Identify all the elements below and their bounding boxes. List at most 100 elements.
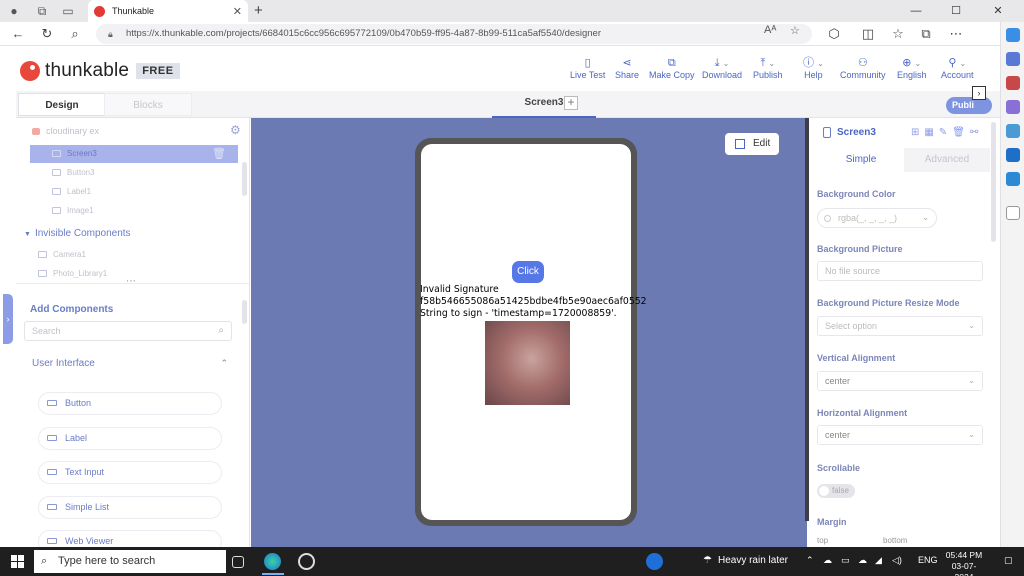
component-text-input[interactable]: Text Input bbox=[38, 461, 222, 484]
tab-simple[interactable]: Simple bbox=[818, 148, 904, 172]
tray-chevron-icon[interactable]: ⌃ bbox=[806, 555, 814, 566]
live-test-button[interactable]: ▯ Live Test bbox=[570, 56, 605, 80]
component-search-input[interactable]: Search ⌕ bbox=[24, 321, 232, 341]
tree-item-screen3[interactable]: Screen3 🗑︎ bbox=[30, 145, 238, 163]
url-field[interactable]: 🔒︎ https://x.thunkable.com/projects/6684… bbox=[96, 24, 812, 44]
collections-toolbar-icon[interactable]: ⧉ bbox=[918, 26, 934, 42]
edit-button[interactable]: Edit bbox=[725, 133, 779, 155]
close-window-icon[interactable]: ✕ bbox=[978, 0, 1018, 22]
collapse-panel-icon[interactable]: › bbox=[972, 86, 986, 100]
weather-widget[interactable]: ☂ Heavy rain later bbox=[703, 555, 788, 566]
component-simple-list[interactable]: Simple List bbox=[38, 496, 222, 519]
tab-advanced[interactable]: Advanced bbox=[904, 148, 990, 172]
network-icon[interactable]: ◢ bbox=[875, 555, 882, 566]
expand-panel-handle[interactable]: › bbox=[3, 294, 13, 344]
add-folder-icon[interactable]: ⊞ bbox=[911, 127, 924, 138]
add-screen-button[interactable]: + bbox=[564, 96, 578, 110]
shopping-icon[interactable] bbox=[1005, 76, 1020, 90]
share-button[interactable]: ⋖ Share bbox=[615, 56, 639, 80]
trash-icon[interactable]: 🗑︎ bbox=[212, 145, 226, 163]
user-interface-category[interactable]: User Interface ⌃ bbox=[32, 358, 228, 369]
signature-label[interactable]: Invalid Signature f58b546655086a51425bdb… bbox=[420, 284, 660, 320]
phone-screen[interactable]: Click Invalid Signature f58b546655086a51… bbox=[420, 144, 647, 520]
search-icon[interactable]: ⌕ bbox=[67, 26, 83, 42]
scrollable-toggle[interactable]: false bbox=[817, 484, 855, 498]
new-tab-icon[interactable]: + bbox=[254, 2, 263, 19]
properties-scrollbar[interactable] bbox=[991, 122, 996, 242]
games-icon[interactable] bbox=[1005, 124, 1020, 138]
tree-item-image1[interactable]: Image1 bbox=[16, 202, 238, 220]
community-button[interactable]: ⚇ Community bbox=[840, 56, 886, 80]
battery-icon[interactable]: ▭ bbox=[841, 555, 850, 566]
bg-color-picker[interactable]: rgba(_, _, _, _) ⌄ bbox=[817, 208, 937, 228]
tab-screen3[interactable]: Screen3 bbox=[492, 91, 596, 118]
language-indicator[interactable]: ENG bbox=[918, 555, 938, 565]
bg-picture-field[interactable]: No file source bbox=[817, 261, 983, 281]
delete-icon[interactable]: 🗑︎ bbox=[952, 127, 970, 138]
split-screen-icon[interactable]: ◫ bbox=[860, 26, 876, 42]
components-scrollbar[interactable] bbox=[242, 300, 247, 324]
copilot-icon[interactable] bbox=[1005, 28, 1020, 42]
make-copy-button[interactable]: ⧉ Make Copy bbox=[649, 56, 695, 80]
notification-icon[interactable]: ▢ bbox=[1004, 555, 1013, 566]
clock[interactable]: 05:44 PM 03-07-2024 bbox=[944, 550, 984, 576]
collections-icon[interactable]: ⧉ bbox=[34, 3, 50, 19]
tab-blocks[interactable]: Blocks bbox=[104, 93, 192, 116]
horizontal-alignment-select[interactable]: center ⌄ bbox=[817, 425, 983, 445]
chrome-app-icon[interactable] bbox=[298, 553, 315, 570]
component-web-viewer[interactable]: Web Viewer bbox=[38, 530, 222, 547]
settings-icon[interactable]: ⚙ bbox=[230, 123, 241, 137]
tree-item-camera1[interactable]: Camera1 bbox=[16, 246, 238, 264]
rename-icon[interactable]: ✎ bbox=[939, 127, 952, 138]
download-button[interactable]: ⤓ ⌄ Download bbox=[702, 56, 742, 80]
browser-tab-thunkable[interactable]: Thunkable ✕ bbox=[88, 0, 248, 22]
invisible-components-title[interactable]: ▼ Invisible Components bbox=[24, 228, 131, 239]
add-sidebar-icon[interactable] bbox=[1005, 206, 1020, 220]
volume-icon[interactable]: ◁) bbox=[892, 555, 902, 566]
task-view-icon[interactable] bbox=[232, 556, 244, 568]
help-button[interactable]: ⓘ ⌄ Help bbox=[803, 56, 824, 80]
more-options-icon[interactable]: ⋯ bbox=[948, 26, 964, 42]
drag-handle-icon[interactable]: ⋯ bbox=[126, 276, 136, 287]
read-aloud-icon[interactable]: Aᴬ bbox=[764, 24, 776, 36]
edge-browser-icon[interactable] bbox=[264, 553, 281, 570]
search-sidebar-icon[interactable] bbox=[1005, 52, 1020, 66]
copy-icon: ⧉ bbox=[667, 57, 676, 69]
brand-name: thunkable bbox=[45, 60, 130, 81]
link-icon[interactable]: ⚯ bbox=[970, 127, 983, 138]
profile-icon[interactable]: ● bbox=[6, 3, 22, 19]
vertical-alignment-label: Vertical Alignment bbox=[817, 353, 896, 363]
tab-design[interactable]: Design bbox=[18, 93, 106, 116]
tree-item-label1[interactable]: Label1 bbox=[16, 183, 238, 201]
component-button[interactable]: Button bbox=[38, 392, 222, 415]
back-icon[interactable]: ← bbox=[10, 26, 26, 42]
extensions-icon[interactable]: ⬡ bbox=[826, 26, 842, 42]
taskbar-search-input[interactable]: ⌕ Type here to search bbox=[34, 550, 226, 573]
account-button[interactable]: ⚲ ⌄ Account bbox=[941, 56, 974, 80]
refresh-icon[interactable]: ↻ bbox=[39, 26, 55, 42]
thunkable-logo[interactable]: thunkable FREE bbox=[20, 60, 180, 82]
send-icon[interactable] bbox=[1005, 172, 1020, 186]
outlook-icon[interactable] bbox=[1005, 148, 1020, 162]
component-label[interactable]: Label bbox=[38, 427, 222, 450]
help-tray-icon[interactable] bbox=[646, 553, 663, 570]
tab-close-icon[interactable]: ✕ bbox=[233, 5, 242, 18]
tools-icon[interactable] bbox=[1005, 100, 1020, 114]
favorites-icon[interactable]: ☆ bbox=[890, 26, 906, 42]
publish-button[interactable]: ⤒ ⌄ Publish bbox=[753, 56, 783, 80]
windows-start-icon[interactable] bbox=[11, 555, 24, 568]
vertical-alignment-select[interactable]: center ⌄ bbox=[817, 371, 983, 391]
favorite-star-icon[interactable]: ☆ bbox=[790, 24, 800, 37]
tab-actions-icon[interactable]: ▭ bbox=[60, 3, 76, 19]
resize-mode-select[interactable]: Select option ⌄ bbox=[817, 316, 983, 336]
click-button[interactable]: Click bbox=[512, 261, 544, 283]
minimize-icon[interactable]: — bbox=[896, 0, 936, 22]
tree-scrollbar[interactable] bbox=[242, 162, 247, 196]
language-button[interactable]: ⊕ ⌄ English bbox=[897, 56, 927, 80]
maximize-icon[interactable]: ☐ bbox=[936, 0, 976, 22]
cloud-icon[interactable]: ☁ bbox=[823, 555, 832, 566]
captured-image[interactable] bbox=[485, 321, 570, 405]
tree-item-button3[interactable]: Button3 bbox=[16, 164, 238, 182]
cloud-sync-icon[interactable]: ☁ bbox=[858, 555, 867, 566]
layout-icon[interactable]: ▦ bbox=[924, 127, 938, 138]
